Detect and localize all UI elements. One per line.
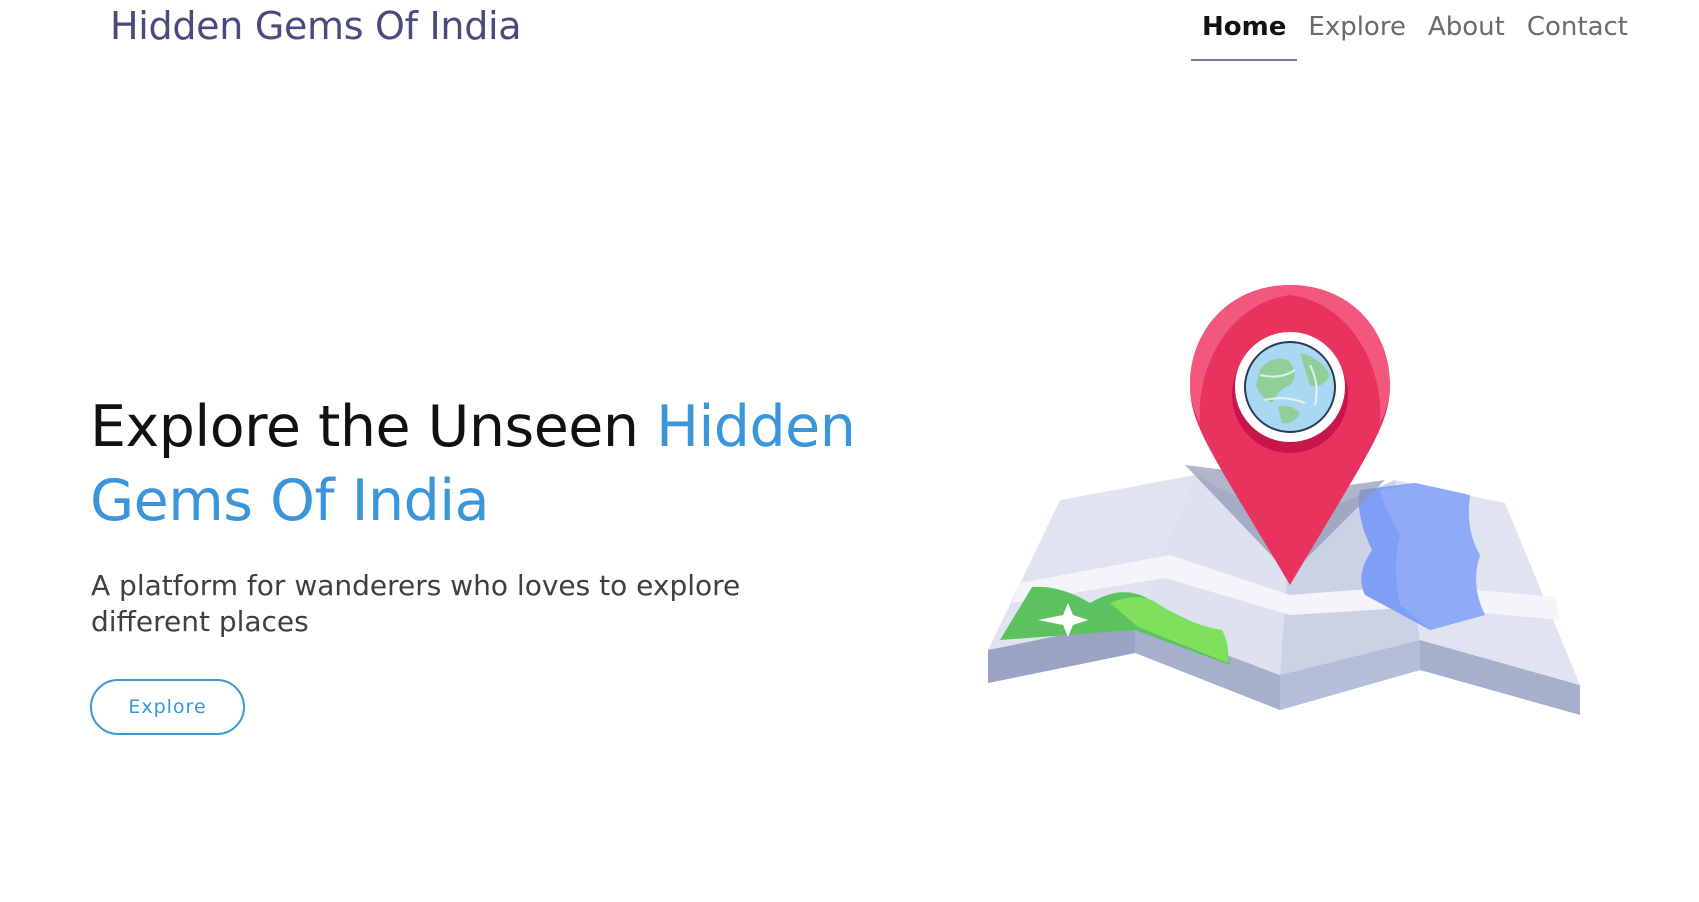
brand-logo-link[interactable]: Hidden Gems Of India: [110, 4, 522, 48]
map-pin-illustration: [988, 285, 1580, 715]
hero-subtitle: A platform for wanderers who loves to ex…: [91, 569, 741, 638]
main-nav: Home Explore About Contact: [1191, 0, 1639, 61]
globe-icon: [1244, 341, 1336, 433]
nav-home[interactable]: Home: [1191, 0, 1298, 61]
nav-explore[interactable]: Explore: [1297, 0, 1417, 59]
hero-title-main: Explore the Unseen: [90, 394, 657, 460]
nav-about[interactable]: About: [1417, 0, 1516, 59]
explore-button[interactable]: Explore: [90, 679, 245, 735]
hero-title: Explore the Unseen Hidden Gems Of India: [90, 390, 890, 538]
page: Hidden Gems Of India Home Explore About …: [0, 0, 1699, 902]
nav-contact[interactable]: Contact: [1516, 0, 1639, 59]
